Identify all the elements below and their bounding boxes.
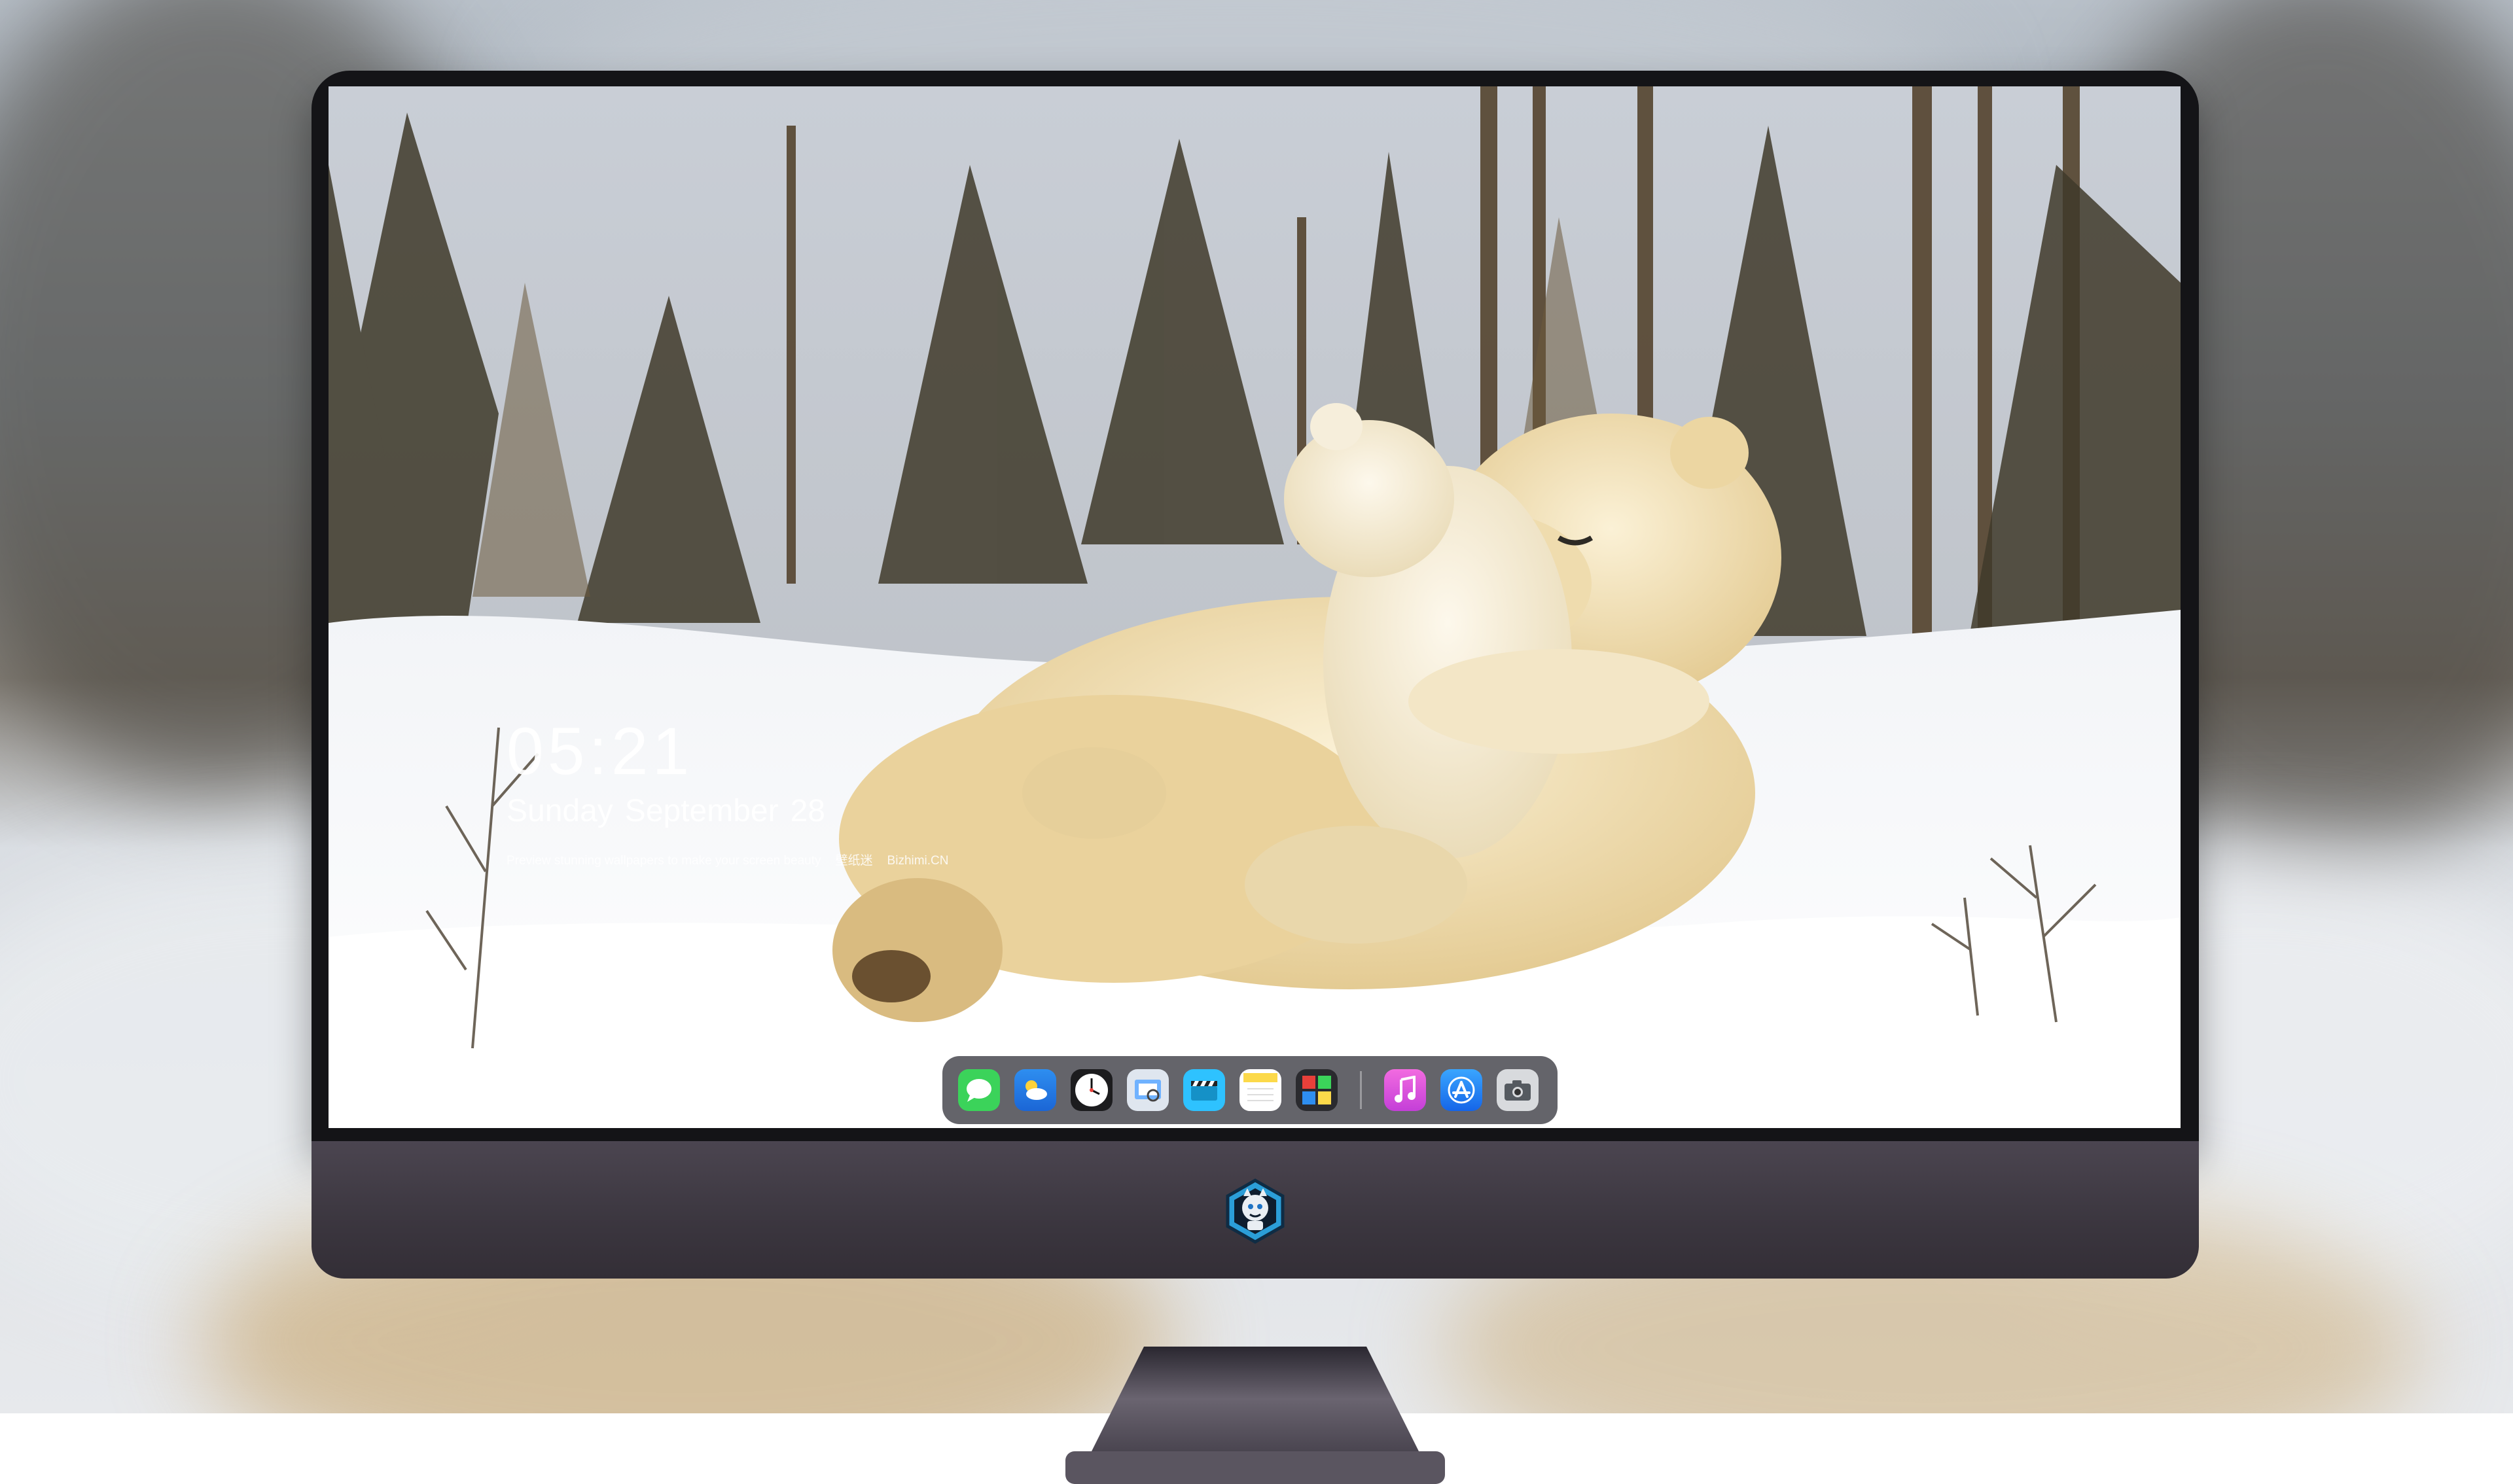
clips-icon[interactable] xyxy=(1183,1069,1225,1111)
date-day: 28 xyxy=(790,794,825,828)
caption-brand-cn: 壁纸迷 xyxy=(835,854,873,868)
app-store-icon[interactable] xyxy=(1440,1069,1482,1111)
screen: 05:21 Sunday September 28 Preview stunning… xyxy=(329,86,2181,1128)
music-icon[interactable] xyxy=(1384,1069,1426,1111)
messages-icon[interactable] xyxy=(958,1069,1000,1111)
wallpaper-caption: Preview stunning wallpapers to make your… xyxy=(507,851,963,868)
clock-icon[interactable] xyxy=(1071,1069,1113,1111)
photo-booth-icon[interactable] xyxy=(1296,1069,1338,1111)
monitor: 05:21 Sunday September 28 Preview stunning… xyxy=(312,71,2199,1484)
caption-brand: Bizhimi.CN xyxy=(887,854,949,868)
mascot-badge-icon xyxy=(1226,1178,1285,1244)
caption-text: Preview stunning wallpapers to make your… xyxy=(507,854,821,868)
date-month: September xyxy=(624,794,779,828)
dock-separator xyxy=(1360,1071,1362,1109)
camera-icon[interactable] xyxy=(1497,1069,1539,1111)
monitor-stand xyxy=(1065,1347,1445,1484)
preview-icon[interactable] xyxy=(1127,1069,1169,1111)
lock-screen-clock: 05:21 xyxy=(507,714,694,788)
dock xyxy=(942,1056,1558,1124)
notes-icon[interactable] xyxy=(1239,1069,1281,1111)
lock-screen-date: Sunday September 28 xyxy=(507,793,837,829)
wallpaper xyxy=(329,86,2181,1128)
date-weekday: Sunday xyxy=(507,794,613,828)
weather-icon[interactable] xyxy=(1014,1069,1056,1111)
